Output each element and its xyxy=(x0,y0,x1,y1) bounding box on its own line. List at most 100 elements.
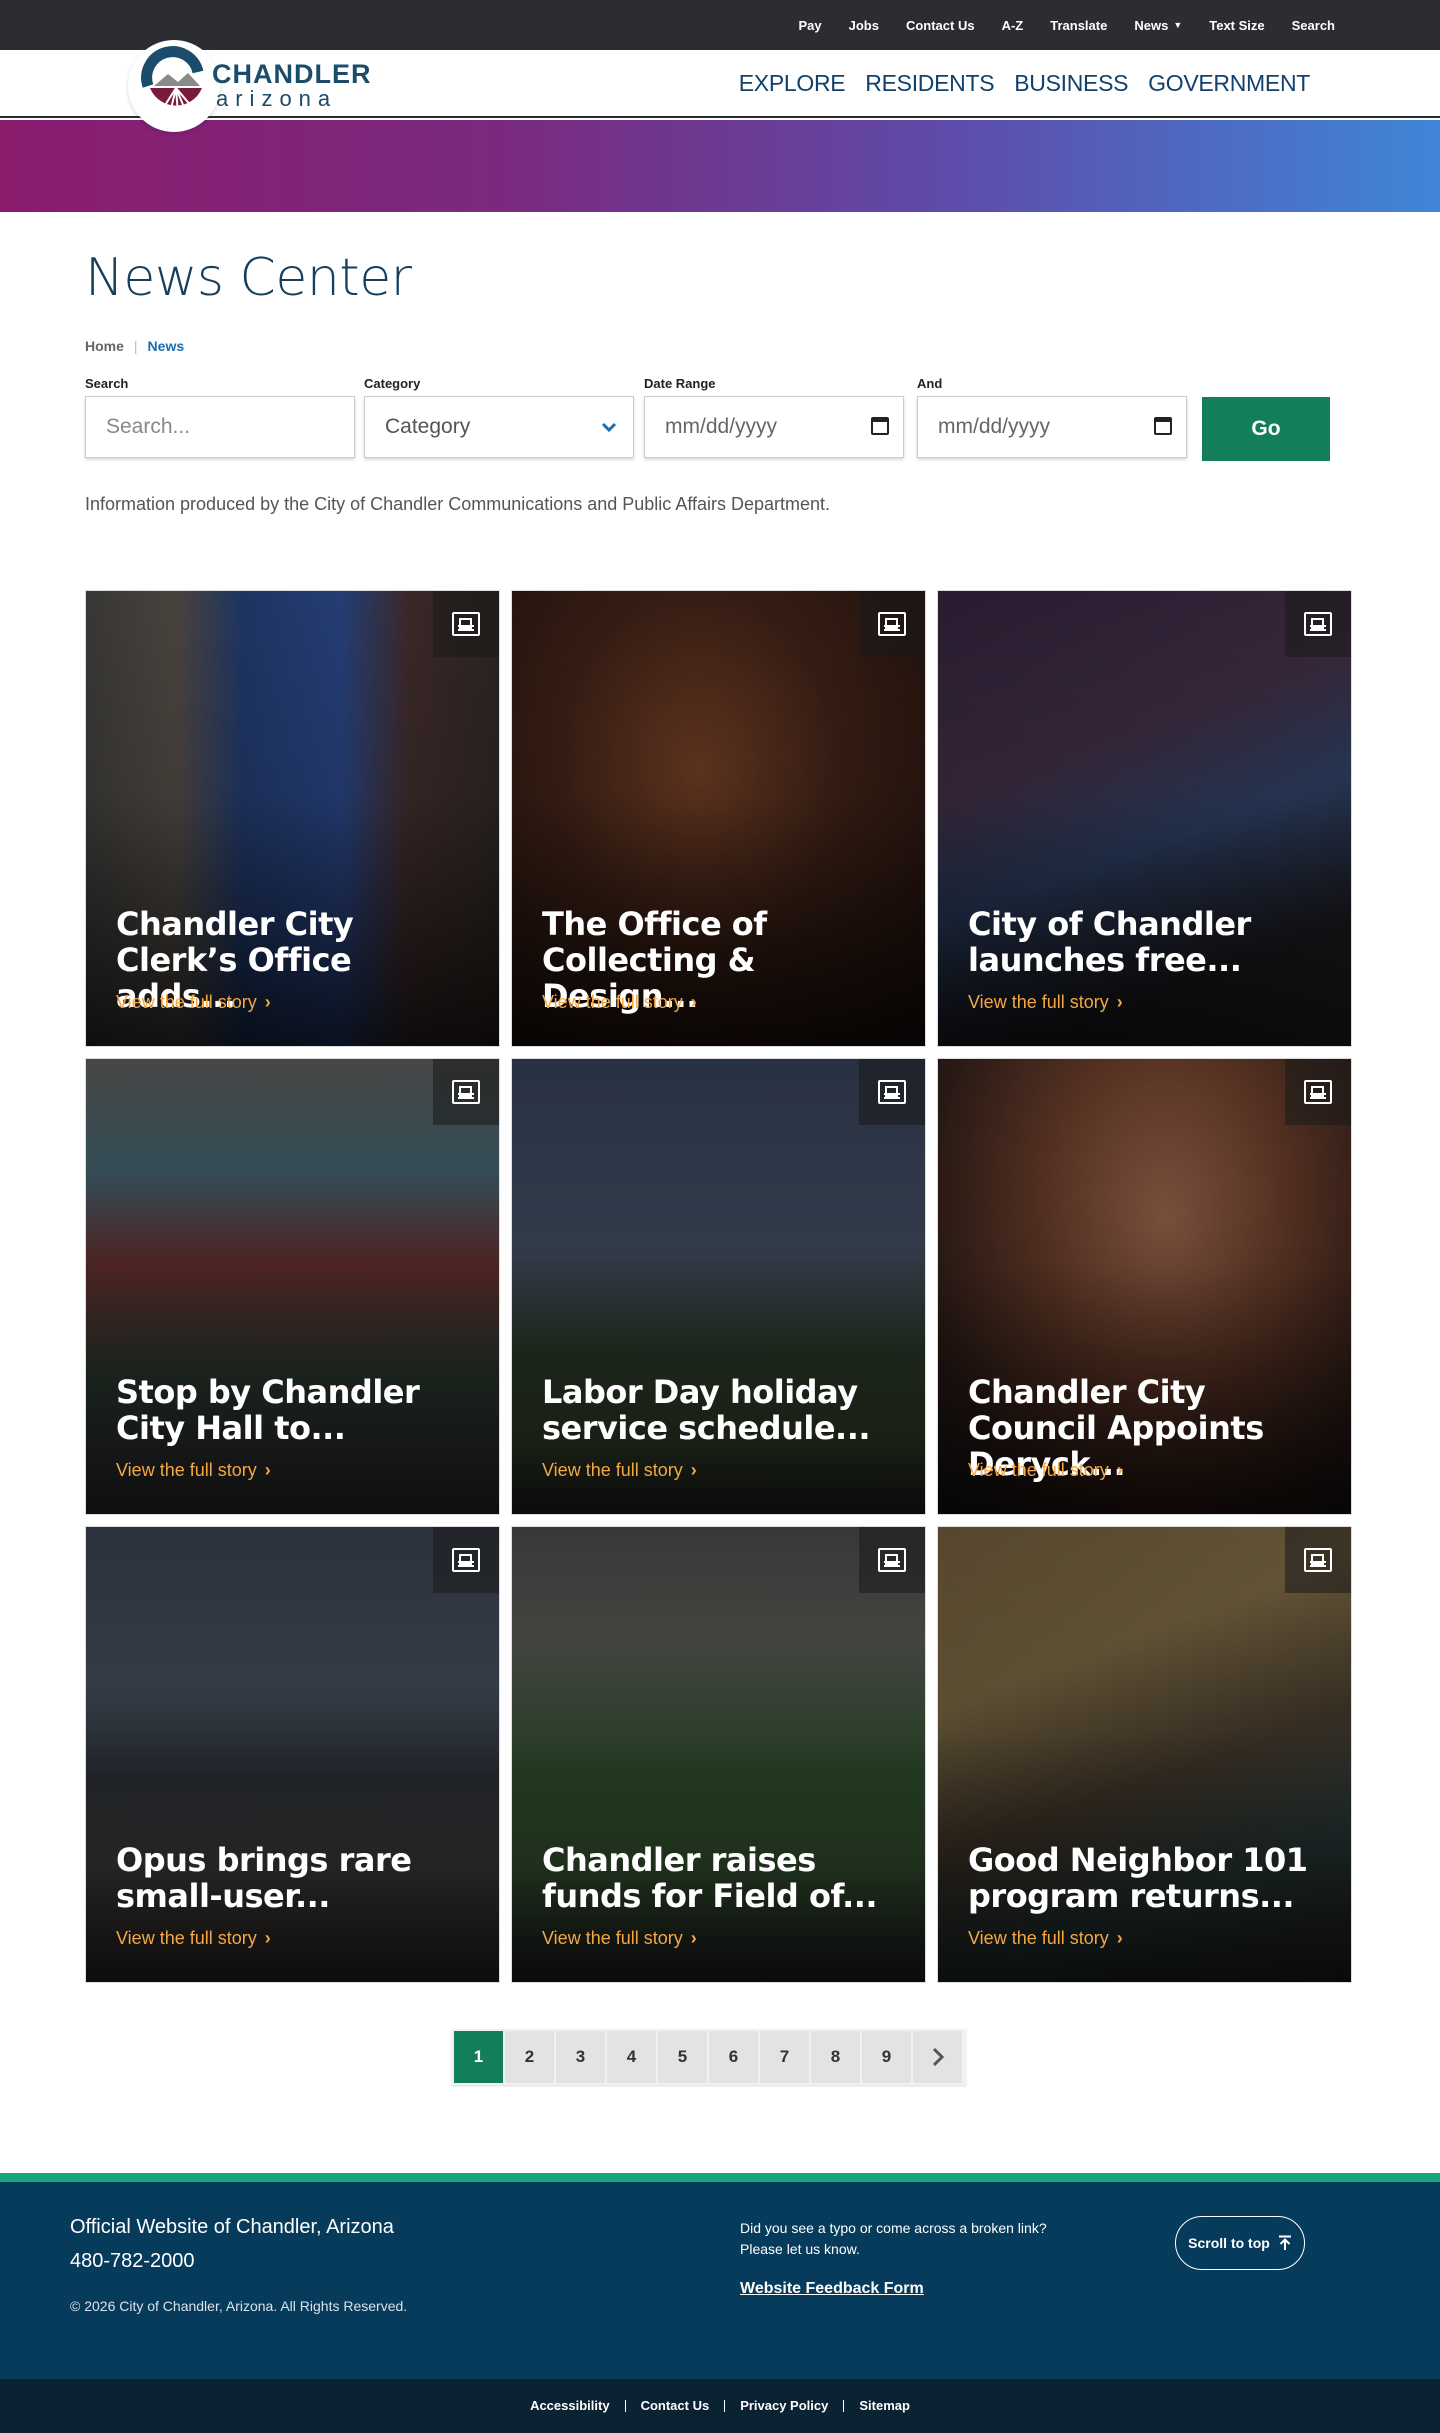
news-card[interactable]: City of Chandler launches free... View t… xyxy=(937,590,1352,1047)
page-1-button[interactable]: 1 xyxy=(454,2031,503,2083)
chevron-right-icon: › xyxy=(264,1928,271,1948)
sitemap-link[interactable]: Sitemap xyxy=(843,2399,925,2412)
caret-down-icon: ▼ xyxy=(1173,20,1183,30)
category-label: Category xyxy=(364,376,421,391)
card-link[interactable]: View the full story › xyxy=(116,1460,271,1481)
nav-residents[interactable]: RESIDENTS xyxy=(865,70,994,97)
card-link[interactable]: View the full story › xyxy=(968,1928,1123,1949)
utility-link-pay[interactable]: Pay xyxy=(798,18,821,33)
card-link[interactable]: View the full story › xyxy=(116,992,271,1013)
arrow-up-icon xyxy=(1278,2235,1291,2250)
search-label: Search xyxy=(85,376,129,391)
card-link-label: View the full story xyxy=(116,992,257,1012)
newspaper-icon xyxy=(433,591,499,657)
scroll-to-top-label: Scroll to top xyxy=(1188,2235,1270,2251)
logo-wordmark[interactable]: CHANDLER arizona xyxy=(212,60,372,110)
category-select[interactable]: Category xyxy=(364,396,634,458)
card-link[interactable]: View the full story › xyxy=(542,1928,697,1949)
scroll-to-top-button[interactable]: Scroll to top xyxy=(1175,2216,1305,2270)
card-link-label: View the full story xyxy=(542,1460,683,1480)
page-4-button[interactable]: 4 xyxy=(607,2031,656,2083)
contact-us-link[interactable]: Contact Us xyxy=(624,2399,725,2412)
site-footer: Official Website of Chandler, Arizona 48… xyxy=(0,2182,1440,2379)
breadcrumb: Home | News xyxy=(85,338,184,354)
breadcrumb-current: News xyxy=(147,338,185,354)
privacy-policy-link[interactable]: Privacy Policy xyxy=(724,2399,843,2412)
bottom-bar: Accessibility Contact Us Privacy Policy … xyxy=(0,2379,1440,2433)
card-link-label: View the full story xyxy=(968,1928,1109,1948)
breadcrumb-separator: | xyxy=(133,338,138,354)
newspaper-icon xyxy=(859,1059,925,1125)
accessibility-link[interactable]: Accessibility xyxy=(515,2399,625,2412)
news-card[interactable]: Opus brings rare small-user... View the … xyxy=(85,1526,500,1983)
news-card[interactable]: Chandler raises funds for Field of... Vi… xyxy=(511,1526,926,1983)
go-button[interactable]: Go xyxy=(1202,397,1330,461)
page-7-button[interactable]: 7 xyxy=(760,2031,809,2083)
newspaper-icon xyxy=(1285,1527,1351,1593)
page-6-button[interactable]: 6 xyxy=(709,2031,758,2083)
chevron-right-icon: › xyxy=(264,1460,271,1480)
breadcrumb-home[interactable]: Home xyxy=(85,338,124,354)
utility-link-contact[interactable]: Contact Us xyxy=(906,18,975,33)
news-card[interactable]: Stop by Chandler City Hall to... View th… xyxy=(85,1058,500,1515)
date-to-input[interactable]: mm/dd/yyyy xyxy=(917,396,1187,458)
newspaper-icon xyxy=(433,1059,499,1125)
page-3-button[interactable]: 3 xyxy=(556,2031,605,2083)
card-link[interactable]: View the full story › xyxy=(116,1928,271,1949)
chandler-logo-icon[interactable] xyxy=(128,40,220,132)
calendar-icon[interactable] xyxy=(1154,417,1172,435)
card-link[interactable]: View the full story › xyxy=(542,1460,697,1481)
chevron-right-icon: › xyxy=(1116,1460,1123,1480)
chevron-down-icon xyxy=(601,417,617,438)
typo-line-2: Please let us know. xyxy=(740,2241,860,2257)
utility-link-jobs[interactable]: Jobs xyxy=(849,18,879,33)
chevron-right-icon: › xyxy=(690,1460,697,1480)
search-input[interactable]: Search... xyxy=(85,396,355,458)
news-card[interactable]: Labor Day holiday service schedule... Vi… xyxy=(511,1058,926,1515)
footer-phone[interactable]: 480-782-2000 xyxy=(70,2250,195,2273)
utility-link-translate[interactable]: Translate xyxy=(1050,18,1107,33)
page-9-button[interactable]: 9 xyxy=(862,2031,911,2083)
utility-link-news[interactable]: News ▼ xyxy=(1134,18,1182,33)
card-link[interactable]: View the full story › xyxy=(968,992,1123,1013)
card-link[interactable]: View the full story › xyxy=(542,992,697,1013)
logo-line-1: CHANDLER xyxy=(212,59,372,89)
main-nav: EXPLORE RESIDENTS BUSINESS GOVERNMENT xyxy=(739,70,1311,97)
utility-link-a-z[interactable]: A-Z xyxy=(1002,18,1024,33)
newspaper-icon xyxy=(433,1527,499,1593)
date-from-input[interactable]: mm/dd/yyyy xyxy=(644,396,904,458)
card-link[interactable]: View the full story › xyxy=(968,1460,1123,1481)
utility-link-search[interactable]: Search xyxy=(1292,18,1335,33)
newspaper-icon xyxy=(859,591,925,657)
news-card[interactable]: The Office of Collecting & Design... Vie… xyxy=(511,590,926,1047)
news-card[interactable]: Good Neighbor 101 program returns... Vie… xyxy=(937,1526,1352,1983)
footer-site-name: Official Website of Chandler, Arizona xyxy=(70,2216,394,2238)
footer-typo-text: Did you see a typo or come across a brok… xyxy=(740,2218,1047,2260)
card-title: Stop by Chandler City Hall to... xyxy=(116,1373,420,1447)
card-title: Labor Day holiday service schedule... xyxy=(542,1373,871,1447)
news-card[interactable]: Chandler City Clerk’s Office adds... Vie… xyxy=(85,590,500,1047)
date-to-value: mm/dd/yyyy xyxy=(938,415,1051,438)
calendar-icon[interactable] xyxy=(871,417,889,435)
nav-business[interactable]: BUSINESS xyxy=(1014,70,1128,97)
page-title: News Center xyxy=(85,248,412,308)
utility-link-text-size[interactable]: Text Size xyxy=(1209,18,1264,33)
page-5-button[interactable]: 5 xyxy=(658,2031,707,2083)
card-link-label: View the full story xyxy=(542,1928,683,1948)
utility-bar: Pay Jobs Contact Us A-Z Translate News ▼ … xyxy=(0,0,1440,50)
news-card[interactable]: Chandler City Council Appoints Deryck...… xyxy=(937,1058,1352,1515)
feedback-form-link[interactable]: Website Feedback Form xyxy=(740,2280,924,2298)
newspaper-icon xyxy=(1285,591,1351,657)
info-text: Information produced by the City of Chan… xyxy=(85,494,831,514)
utility-nav: Pay Jobs Contact Us A-Z Translate News ▼ … xyxy=(771,0,1335,50)
utility-news-label: News xyxy=(1134,17,1169,33)
logo-line-2: arizona xyxy=(216,86,338,111)
card-title: Chandler raises funds for Field of... xyxy=(542,1841,878,1915)
nav-government[interactable]: GOVERNMENT xyxy=(1148,70,1310,97)
newspaper-icon xyxy=(1285,1059,1351,1125)
nav-explore[interactable]: EXPLORE xyxy=(739,70,846,97)
page-2-button[interactable]: 2 xyxy=(505,2031,554,2083)
page-8-button[interactable]: 8 xyxy=(811,2031,860,2083)
date-from-value: mm/dd/yyyy xyxy=(665,415,778,438)
next-page-button[interactable] xyxy=(913,2031,962,2083)
